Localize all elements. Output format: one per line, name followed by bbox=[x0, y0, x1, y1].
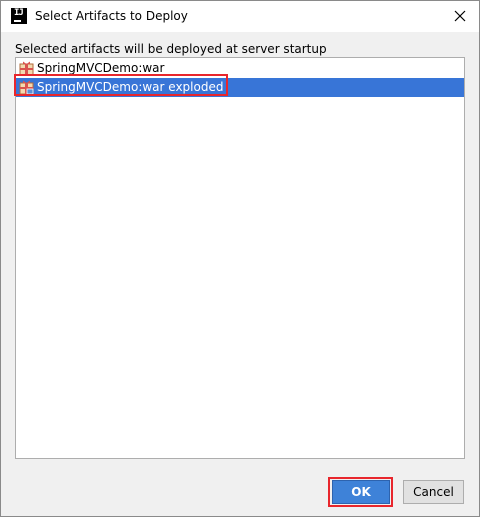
ok-button[interactable]: OK bbox=[332, 480, 390, 504]
list-item[interactable]: SpringMVCDemo:war bbox=[16, 59, 464, 78]
war-exploded-artifact-icon bbox=[19, 80, 34, 95]
war-artifact-icon bbox=[19, 61, 34, 76]
close-icon bbox=[454, 10, 466, 22]
cancel-button[interactable]: Cancel bbox=[403, 480, 464, 504]
artifact-label: SpringMVCDemo:war exploded bbox=[37, 80, 224, 94]
artifacts-description: Selected artifacts will be deployed at s… bbox=[15, 42, 327, 56]
title-bar: IJ Select Artifacts to Deploy bbox=[1, 1, 479, 32]
dialog-title: Select Artifacts to Deploy bbox=[35, 9, 188, 23]
select-artifacts-dialog: IJ Select Artifacts to Deploy Selected a… bbox=[0, 0, 480, 517]
artifacts-list[interactable]: SpringMVCDemo:war SpringMVCDemo:war expl… bbox=[15, 57, 465, 459]
close-button[interactable] bbox=[447, 4, 473, 28]
intellij-idea-icon: IJ bbox=[11, 8, 27, 24]
artifact-label: SpringMVCDemo:war bbox=[37, 61, 165, 75]
list-item-selected[interactable]: SpringMVCDemo:war exploded bbox=[16, 78, 464, 97]
